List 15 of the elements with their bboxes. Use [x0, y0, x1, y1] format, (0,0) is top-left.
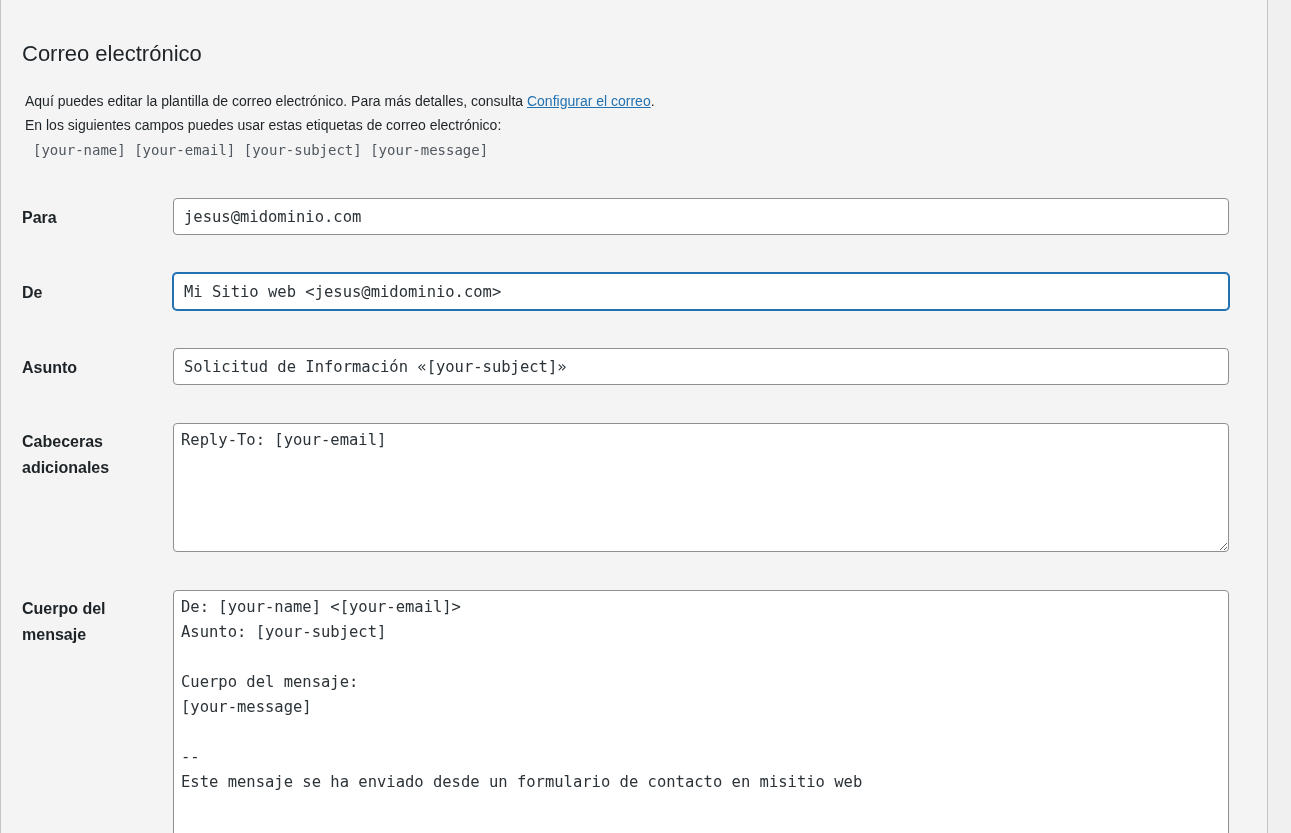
field-label: Cuerpo del mensaje — [22, 599, 107, 645]
textarea-field[interactable]: Reply-To: [your-email] — [173, 423, 1229, 552]
input-field[interactable]: Solicitud de Información «[your-subject]» — [173, 348, 1229, 385]
textarea-field[interactable]: De: [your-name] <[your-email]> Asunto: [your-subject] Cuerpo del mensaje: [your-message] -- Este mensaje se ha enviado desde un formulario de contacto en misitio web — [173, 590, 1229, 833]
field-label: Cabeceras adicionales — [22, 432, 111, 478]
field-label: De — [22, 283, 44, 303]
tags-hint: En los siguientes campos puedes usar estas etiquetas de correo electrónico: — [25, 116, 503, 135]
configure-mail-link[interactable]: Configurar el correo — [526, 93, 651, 109]
field-label: Para — [22, 208, 58, 228]
section-title: Correo electrónico — [22, 41, 203, 67]
input-field[interactable]: Mi Sitio web <jesus@midominio.com> — [173, 273, 1229, 310]
field-label: Asunto — [22, 358, 79, 378]
input-field[interactable]: jesus@midominio.com — [173, 198, 1229, 235]
intro-text: Aquí puedes editar la plantilla de correo electrónico. Para más detalles, consulta Configurar el correo. — [25, 92, 656, 111]
mail-tags: [your-name] [your-email] [your-subject] [your-message] — [33, 140, 1267, 160]
